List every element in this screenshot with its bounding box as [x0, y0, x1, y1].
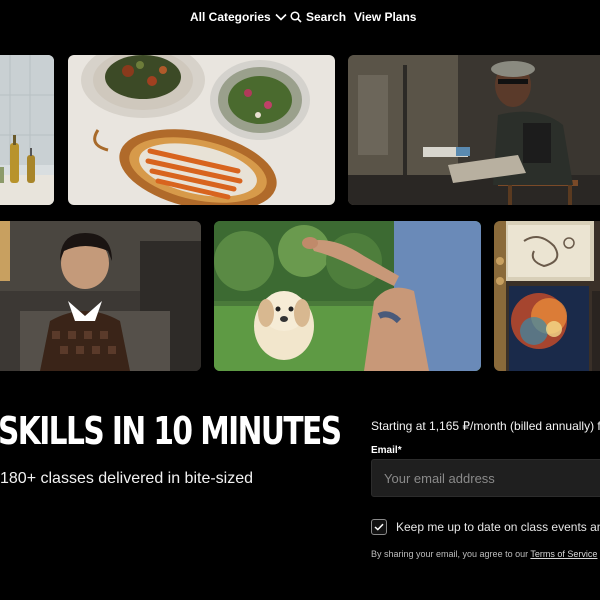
email-field[interactable] [371, 459, 600, 497]
nebula-art-image [494, 221, 600, 371]
class-tile-kitchen[interactable] [0, 55, 54, 205]
class-tile-acting[interactable] [348, 55, 600, 205]
required-mark: * [397, 445, 402, 456]
terms-of-service-link[interactable]: Terms of Service [530, 549, 597, 559]
search-label: Search [306, 10, 347, 24]
kitchen-bottles-image [0, 55, 54, 205]
pricing-text: Starting at 1,165 ₽/month (billed annual… [371, 419, 600, 433]
class-tile-dog-training[interactable] [214, 221, 481, 371]
email-label-text: Email [371, 445, 398, 456]
class-tile-cooking[interactable] [68, 55, 335, 205]
seated-man-image [348, 55, 600, 205]
search-icon [290, 11, 302, 23]
all-categories-label: All Categories [190, 10, 271, 24]
email-disclaimer: By sharing your email, you agree to our … [371, 549, 597, 559]
checkmark-icon [374, 523, 384, 531]
all-categories-menu[interactable]: All Categories [190, 10, 287, 24]
top-nav: All Categories Search View Plans [0, 0, 600, 36]
cooking-dishes-image [68, 55, 335, 205]
view-plans-link[interactable]: View Plans [354, 10, 416, 24]
woman-portrait-image [0, 221, 201, 371]
email-label: Email* [371, 445, 402, 456]
view-plans-label: View Plans [354, 10, 417, 24]
hero-subline: 180+ classes delivered in bite-sized [0, 470, 254, 487]
disclaimer-text: By sharing your email, you agree to our [371, 549, 531, 559]
class-tile-science[interactable] [494, 221, 600, 371]
chevron-down-icon [275, 13, 287, 21]
hero-headline: SKILLS IN 10 MINUTES [0, 409, 342, 453]
search-button[interactable]: Search [290, 10, 346, 24]
updates-checkbox-label: Keep me up to date on class events and n [396, 520, 600, 534]
updates-checkbox[interactable] [371, 519, 387, 535]
class-tile-business[interactable] [0, 221, 201, 371]
puppy-training-image [214, 221, 481, 371]
